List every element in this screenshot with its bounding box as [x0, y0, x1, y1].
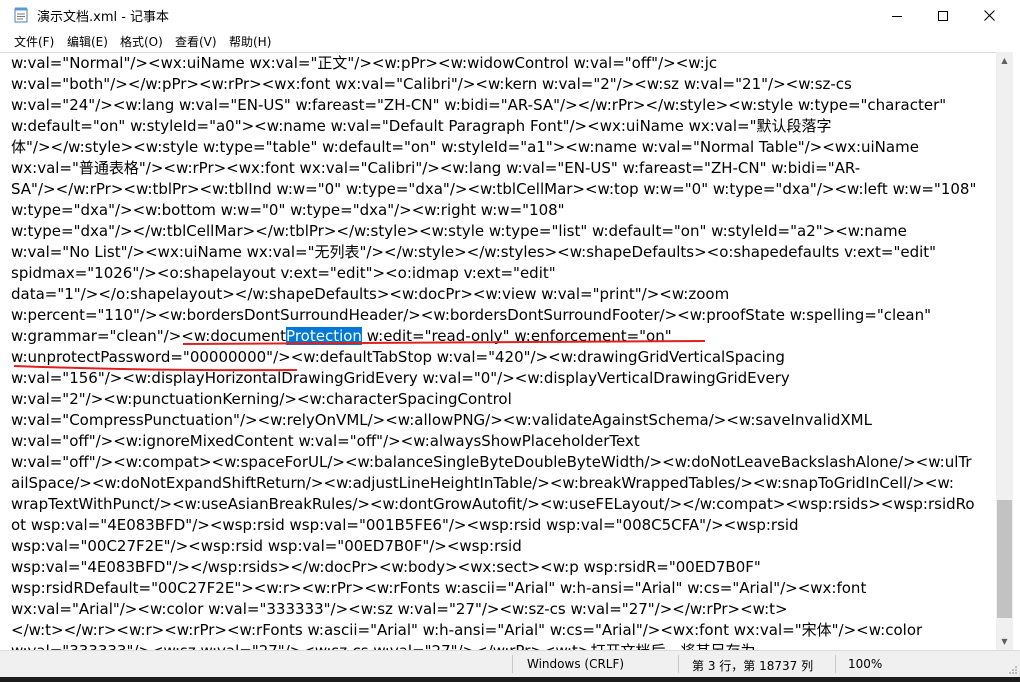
menu-help[interactable]: 帮助(H) [229, 33, 271, 50]
text-line: w:val="off"/><w:ignoreMixedContent w:val… [11, 432, 640, 450]
notepad-window: 演示文档.xml - 记事本 文件(F) 编辑(E) 格式(O) 查看(V) 帮… [0, 0, 1020, 682]
scroll-down-button[interactable]: ▼ [996, 633, 1013, 650]
menu-file[interactable]: 文件(F) [14, 33, 54, 50]
text-line: wrapTextWithPunct/><w:useAsianBreakRules… [11, 495, 975, 513]
window-title: 演示文档.xml - 记事本 [37, 10, 170, 25]
text-line: SA"/></w:rPr><w:tblPr><w:tblInd w:w="0" … [11, 180, 977, 198]
text-line: 体"/></w:style><w:style w:type="table" w:… [11, 138, 919, 156]
status-cursor-position: 第 3 行，第 18737 列 [692, 659, 814, 673]
menu-format[interactable]: 格式(O) [120, 33, 163, 50]
maximize-button[interactable] [920, 0, 966, 31]
text-segment: w:edit="read-only" w:enforcement="on" [361, 327, 672, 345]
vertical-scrollbar[interactable]: ▲ ▼ [996, 52, 1013, 650]
text-line: wsp:val="00C27F2E"/><wsp:rsid wsp:val="0… [11, 537, 522, 555]
text-line: spidmax="1026"/><o:shapelayout v:ext="ed… [11, 264, 556, 282]
text-line: wsp:val="4E083BFD"/></wsp:rsids></w:docP… [11, 558, 761, 576]
close-icon [983, 10, 995, 21]
text-line: w:val="off"/><w:compat><w:spaceForUL/><w… [11, 453, 972, 471]
close-button[interactable] [966, 0, 1012, 31]
text-line: w:type="dxa"/></w:tblCellMar></w:tblPr><… [11, 222, 907, 240]
text-line: wx:val="普通表格"/><w:rPr><wx:font wx:val="C… [11, 159, 861, 177]
maximize-icon [938, 10, 948, 21]
resize-grip-icon[interactable] [1008, 665, 1018, 675]
selected-text[interactable]: Protection [286, 327, 362, 345]
text-line: w:val="both"/></w:pPr><w:rPr><wx:font wx… [11, 75, 852, 93]
text-line: data="1"/></o:shapelayout></w:shapeDefau… [11, 285, 730, 303]
status-zoom: 100% [848, 657, 883, 671]
menu-edit[interactable]: 编辑(E) [67, 33, 108, 50]
minimize-icon [892, 15, 902, 17]
text-line: w:val="No List"/><wx:uiName wx:val="无列表"… [11, 243, 937, 261]
scroll-thumb[interactable] [997, 500, 1012, 618]
status-divider [512, 655, 513, 673]
text-segment: w:grammar="clean"/><w:document [11, 327, 287, 345]
scroll-up-button[interactable]: ▲ [996, 52, 1013, 69]
text-line: w:val="Normal"/><wx:uiName wx:val="正文"/>… [11, 54, 718, 72]
text-editor[interactable]: w:val="Normal"/><wx:uiName wx:val="正文"/>… [0, 52, 996, 651]
text-line: w:val="24"/><w:lang w:val="EN-US" w:fare… [11, 96, 947, 114]
menu-view[interactable]: 查看(V) [175, 33, 217, 50]
text-line: w:percent="110"/><w:bordersDontSurroundH… [11, 306, 932, 324]
text-line: </w:t></w:r><w:r><w:rPr><w:rFonts w:asci… [11, 621, 923, 639]
chevron-up-icon: ▲ [1001, 56, 1008, 65]
text-line: ot wsp:val="4E083BFD"/><wsp:rsid wsp:val… [11, 516, 799, 534]
title-bar[interactable]: 演示文档.xml - 记事本 [0, 0, 1020, 31]
status-divider [678, 655, 679, 673]
text-line: wsp:rsidRDefault="00C27F2E"><w:r><w:rPr>… [11, 579, 867, 597]
status-line-ending: Windows (CRLF) [527, 657, 625, 671]
text-line: w:unprotectPassword="00000000"/><w:defau… [11, 348, 785, 366]
chevron-down-icon: ▼ [1001, 637, 1008, 646]
text-line: wx:val="Arial"/><w:color w:val="333333"/… [11, 600, 788, 618]
text-line: w:type="dxa"/><w:bottom w:w="0" w:type="… [11, 201, 565, 219]
text-line: ailSpace/><w:doNotExpandShiftReturn/><w:… [11, 474, 954, 492]
text-line: w:val="2"/><w:punctuationKerning/><w:cha… [11, 390, 512, 408]
notepad-icon [14, 7, 28, 23]
status-bar: Windows (CRLF) 第 3 行，第 18737 列 100% [0, 650, 1020, 677]
text-line: w:val="CompressPunctuation"/><w:relyOnVM… [11, 411, 872, 429]
text-line: w:default="on" w:styleId="a0"><w:name w:… [11, 117, 832, 135]
minimize-button[interactable] [874, 0, 920, 31]
text-line-protection: w:grammar="clean"/><w:documentProtection… [11, 326, 672, 347]
menu-bar: 文件(F) 编辑(E) 格式(O) 查看(V) 帮助(H) [0, 31, 1020, 51]
status-divider [835, 655, 836, 673]
text-line: w:val="156"/><w:displayHorizontalDrawing… [11, 369, 790, 387]
taskbar-edge [0, 677, 1020, 682]
